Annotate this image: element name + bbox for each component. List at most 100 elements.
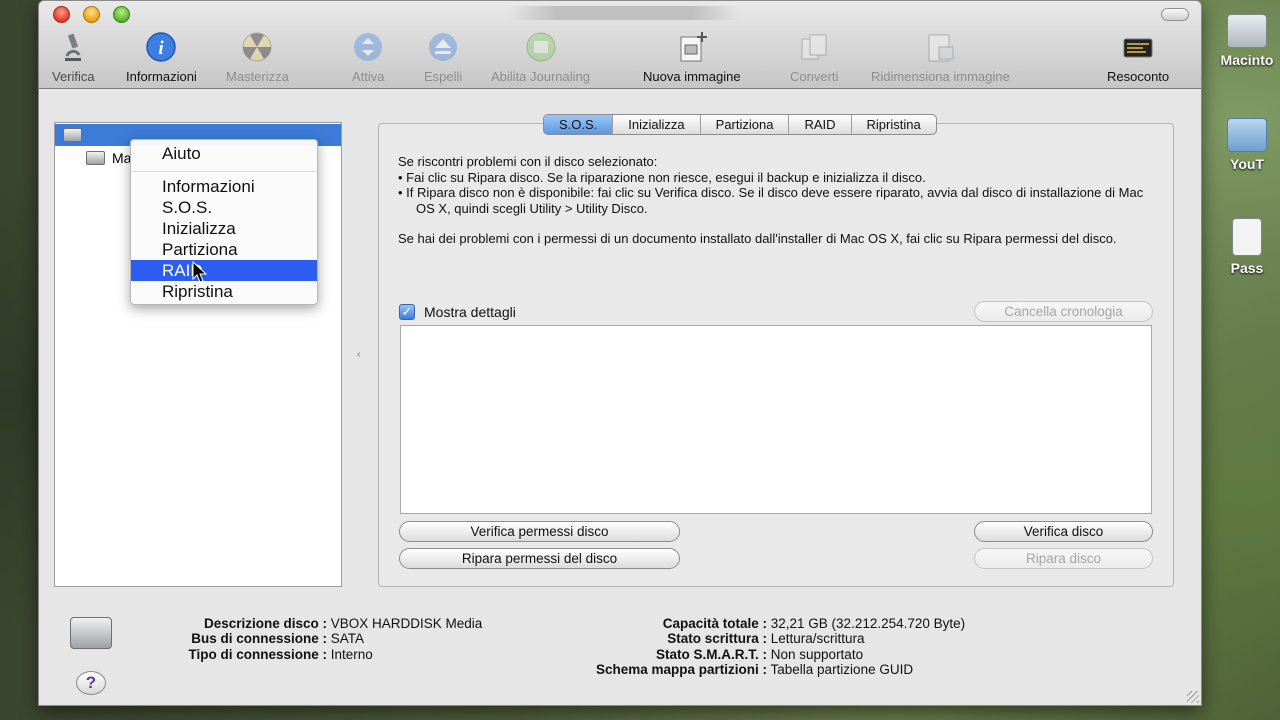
toolbar-label: Informazioni [126,69,197,84]
menu-item-raid[interactable]: RAID [131,260,317,281]
desktop-icon-pass-doc[interactable]: Pass [1212,218,1280,276]
info-value: SATA [330,631,365,646]
tab-sos[interactable]: S.O.S. [544,115,614,134]
info-value: Interno [330,647,373,662]
toolbar-converti[interactable]: Converti [790,31,838,84]
toolbar-label: Converti [790,69,839,84]
show-details-label: Mostra dettagli [424,304,516,320]
hard-disk-icon [63,128,82,142]
svg-text:i: i [159,38,165,59]
mouse-cursor-icon [192,261,208,283]
sos-bullet-2: • If Ripara disco non è disponibile: fai… [398,185,1144,216]
document-icon [1232,218,1262,256]
log-icon [1123,38,1153,58]
toolbar-label: Abilita Journaling [491,69,591,84]
resize-image-icon [928,34,954,62]
tab-partiziona[interactable]: Partiziona [701,115,790,134]
repair-permissions-button[interactable]: Ripara permessi del disco [399,548,680,569]
toolbar-attiva[interactable]: Attiva [352,31,385,84]
menu-item-partiziona[interactable]: Partiziona [131,239,317,260]
toolbar-resoconto[interactable]: Resoconto [1107,31,1169,84]
info-label: Descrizione disco : [203,616,327,631]
zoom-window-button[interactable] [113,6,130,23]
info-value: Lettura/scrittura [770,631,865,646]
volume-icon [86,151,105,165]
toolbar-nuova-immagine[interactable]: Nuova immagine [643,31,741,84]
resize-grip[interactable] [1187,691,1199,703]
info-label: Stato S.M.A.R.T. : [656,647,767,662]
info-label: Tipo di connessione : [188,647,327,662]
info-label: Bus di connessione : [191,631,327,646]
info-partition-scheme: Schema mappa partizioni : Tabella partiz… [539,662,913,677]
desktop-icon-label: Macinto [1220,52,1274,68]
verify-permissions-button[interactable]: Verifica permessi disco [399,521,680,542]
mount-icon [354,33,383,61]
verify-disk-button[interactable]: Verifica disco [974,521,1153,542]
toolbar-label: Ridimensiona immagine [871,69,1010,84]
repair-disk-button[interactable]: Ripara disco [974,548,1153,569]
info-value: Non supportato [770,647,864,662]
info-icon: i [146,32,177,62]
burn-icon [242,32,272,62]
tab-raid[interactable]: RAID [789,115,852,134]
eject-icon [429,33,458,61]
folder-icon [1227,118,1267,152]
menu-item-ripristina[interactable]: Ripristina [131,281,317,302]
toolbar-masterizza[interactable]: Masterizza [226,31,289,84]
window-title [509,6,739,20]
info-smart-status: Stato S.M.A.R.T. : Non supportato [559,647,863,662]
desktop-icon-label: YouT [1230,156,1264,172]
toolbar: Verifica i Informazioni Masterizza Attiv… [39,1,1201,89]
hard-disk-icon [1227,14,1267,48]
journal-icon [526,32,555,62]
toolbar-label: Verifica [52,69,95,84]
toolbar-abilita-journaling[interactable]: Abilita Journaling [491,31,590,84]
toolbar-ridimensiona-immagine[interactable]: Ridimensiona immagine [871,31,1010,84]
info-label: Capacità totale : [662,616,767,631]
desktop-icon-hd[interactable]: Macinto [1212,14,1280,68]
sos-permissions-note: Se hai dei problemi con i permessi di un… [398,231,1117,246]
context-menu: Aiuto Informazioni S.O.S. Inizializza Pa… [130,139,318,305]
info-value: 32,21 GB (32.212.254.720 Byte) [770,616,966,631]
toolbar-toggle-button[interactable] [1161,8,1189,21]
sos-instructions: Se riscontri problemi con il disco selez… [398,154,1158,247]
info-value: VBOX HARDDISK Media [330,616,483,631]
toolbar-espelli[interactable]: Espelli [424,31,462,84]
microscope-icon [65,33,82,61]
toolbar-verifica[interactable]: Verifica [52,31,95,84]
desktop-icon-youtube-folder[interactable]: YouT [1212,118,1280,172]
new-image-icon [680,32,707,62]
details-log-area[interactable] [400,325,1152,514]
help-button[interactable]: ? [76,671,106,695]
show-details-checkbox[interactable]: ✓ [399,304,415,320]
toolbar-label: Masterizza [226,69,289,84]
desktop-icon-label: Pass [1230,260,1264,276]
menu-item-sos[interactable]: S.O.S. [131,197,317,218]
info-label: Schema mappa partizioni : [595,662,767,677]
info-capacity: Capacità totale : 32,21 GB (32.212.254.7… [559,616,965,631]
menu-item-aiuto[interactable]: Aiuto [131,143,317,164]
tab-ripristina[interactable]: Ripristina [852,115,936,134]
split-view-divider[interactable]: ‹ [357,349,363,360]
sos-intro: Se riscontri problemi con il disco selez… [398,154,658,169]
info-write-status: Stato scrittura : Lettura/scrittura [559,631,865,646]
info-connection-type: Tipo di connessione : Interno [139,647,373,662]
disk-utility-window: Verifica i Informazioni Masterizza Attiv… [38,0,1202,706]
clear-history-button[interactable]: Cancella cronologia [974,301,1153,322]
toolbar-informazioni[interactable]: i Informazioni [126,31,197,84]
show-details-row[interactable]: ✓ Mostra dettagli [399,304,516,320]
convert-icon [801,34,827,60]
menu-item-informazioni[interactable]: Informazioni [131,176,317,197]
close-window-button[interactable] [53,6,70,23]
menu-item-inizializza[interactable]: Inizializza [131,218,317,239]
toolbar-label: Nuova immagine [643,69,741,84]
tab-inizializza[interactable]: Inizializza [613,115,701,134]
volume-name: Ma [112,150,132,166]
menu-separator [132,171,316,172]
disk-info-icon [70,617,112,649]
toolbar-label: Espelli [424,69,463,84]
info-bus: Bus di connessione : SATA [159,631,364,646]
minimize-window-button[interactable] [83,6,100,23]
sos-bullet-1: • Fai clic su Ripara disco. Se la ripara… [398,169,926,185]
tab-bar: S.O.S. Inizializza Partiziona RAID Ripri… [543,114,937,135]
